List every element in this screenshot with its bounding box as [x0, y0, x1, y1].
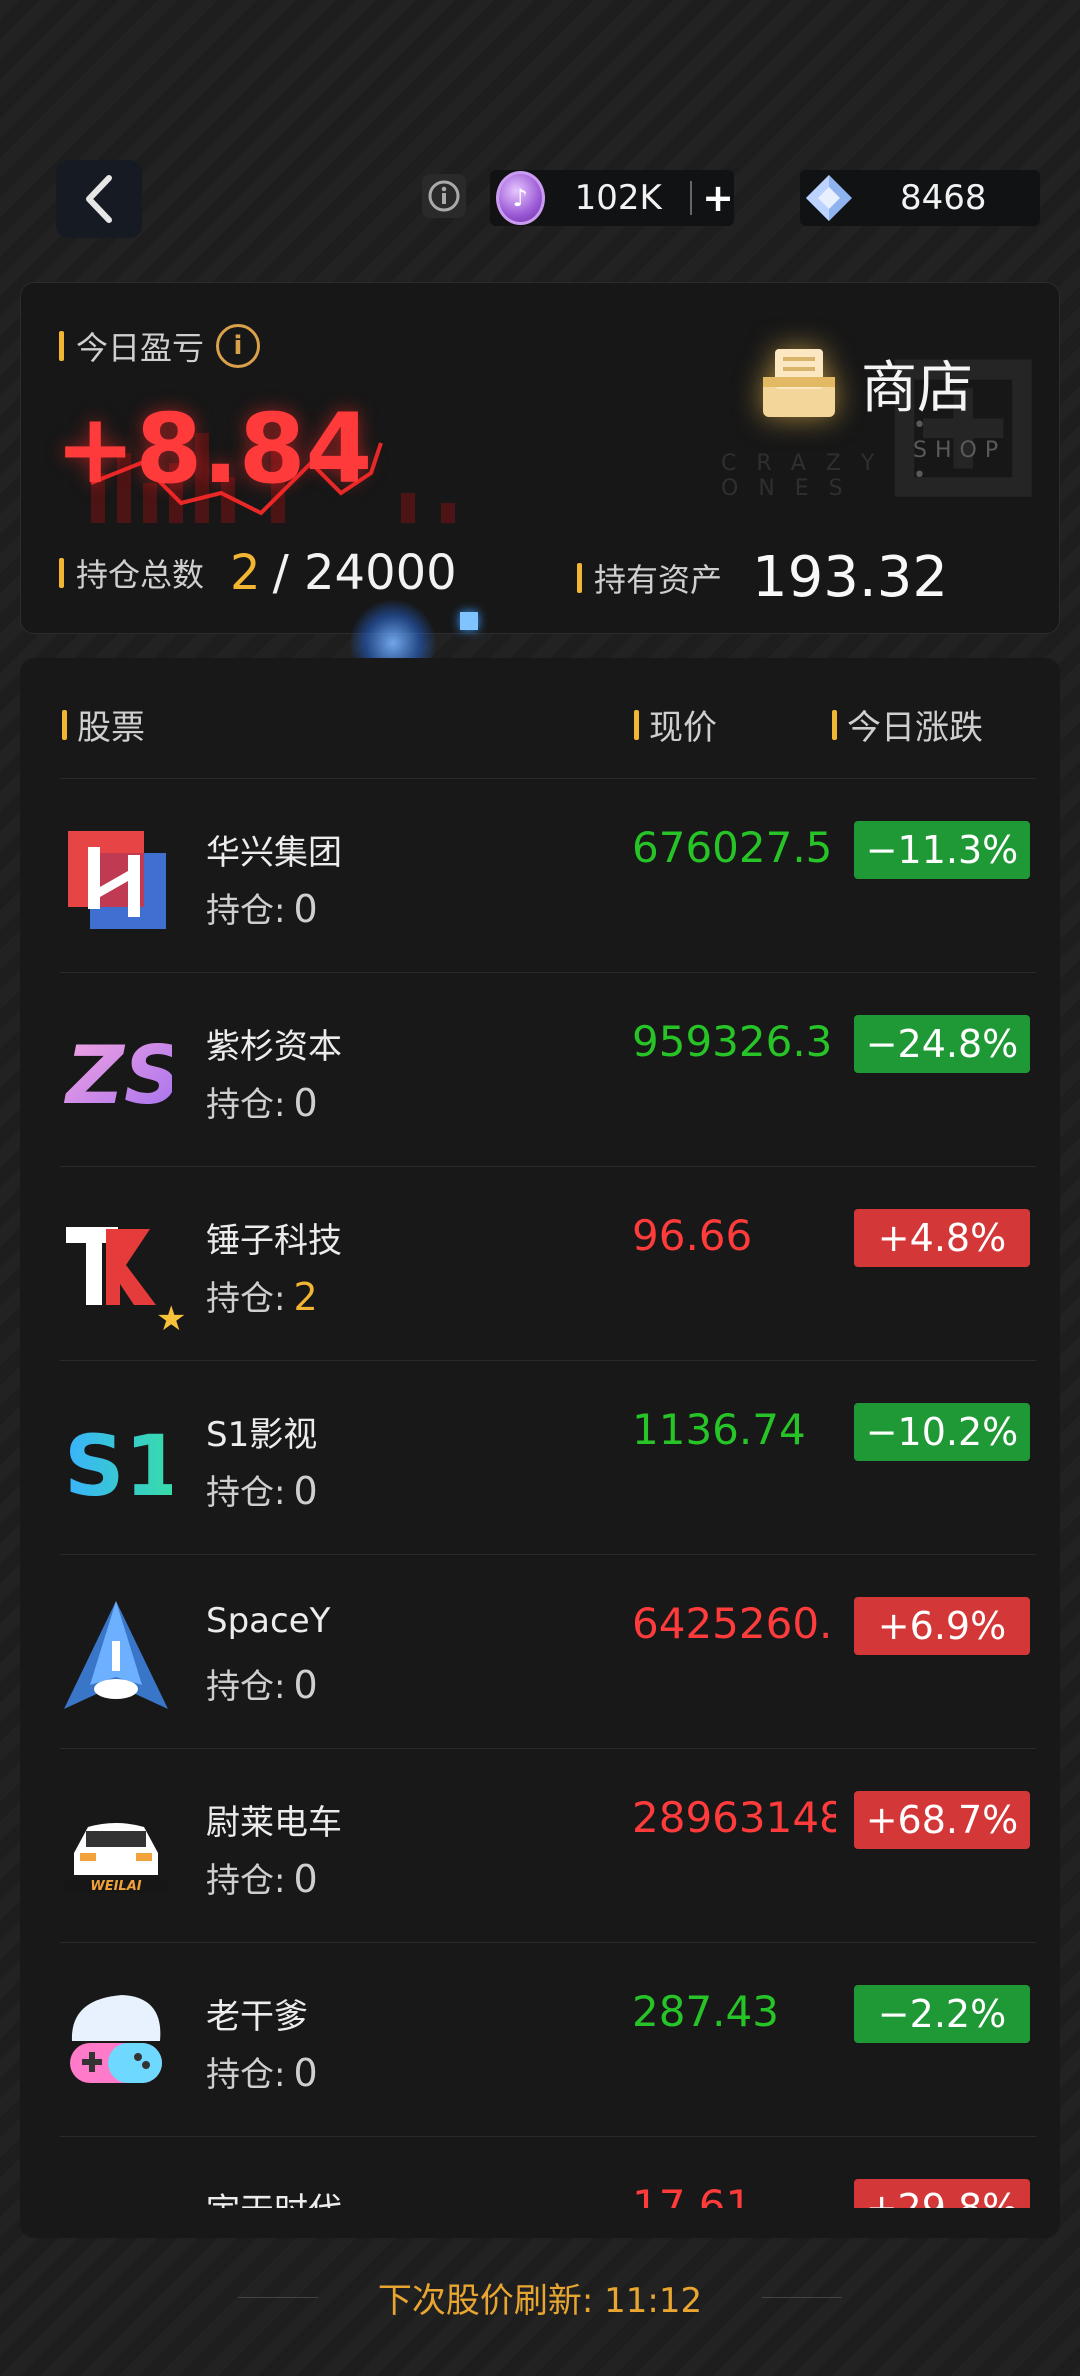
add-coins-button[interactable]: +	[690, 179, 734, 217]
stock-price: 17.61	[632, 2181, 753, 2208]
gem-value: 8468	[900, 178, 987, 218]
today-pl-value: +8.84	[55, 393, 373, 505]
stock-list[interactable]: 华兴集团 持仓: 0 676027.5 −11.3% ZS 紫杉资本 持仓: 0 9…	[60, 778, 1036, 2208]
stock-price: 6425260.+	[632, 1599, 836, 1648]
asset-value: 193.32	[752, 545, 948, 610]
stock-name: 宇天时代	[206, 2183, 342, 2208]
divider	[762, 2296, 843, 2298]
header-price: 现价	[634, 700, 717, 749]
stock-change-badge: −10.2%	[854, 1403, 1030, 1461]
stock-holding: 持仓: 0	[206, 1469, 318, 1513]
rocket-logo-icon	[64, 1601, 168, 1709]
stock-change-badge: +68.7%	[854, 1791, 1030, 1849]
gem-balance: 8468	[800, 170, 1040, 226]
stock-change-badge: −11.3%	[854, 821, 1030, 879]
label-marker	[634, 709, 639, 740]
stock-price: 289631481	[632, 1793, 836, 1842]
label-marker	[832, 709, 837, 740]
chevron-left-icon	[86, 175, 112, 223]
stock-holding: 持仓: 0	[206, 1081, 318, 1125]
total-holdings: 持仓总数 2 / 24000	[59, 545, 457, 601]
stock-holding: 持仓: 0	[206, 887, 318, 931]
triangle-logo-icon	[60, 2179, 172, 2208]
gamepad-logo-icon	[70, 1995, 162, 2083]
star-icon: ★	[156, 1299, 187, 1339]
huaxing-logo-icon	[68, 831, 166, 929]
divider	[237, 2296, 318, 2298]
header-change: 今日涨跌	[832, 700, 983, 749]
stock-price: 96.66	[632, 1211, 753, 1260]
svg-text:S1: S1	[64, 1417, 172, 1515]
stock-name: 华兴集团	[206, 833, 342, 873]
label-marker	[59, 558, 64, 588]
stock-holding: 持仓: 2	[206, 1275, 318, 1319]
glow-spark	[460, 612, 478, 630]
stock-name: 锤子科技	[206, 1221, 342, 1261]
stock-change-badge: +4.8%	[854, 1209, 1030, 1267]
stock-row[interactable]: 老干爹 持仓: 0 287.43 −2.2%	[60, 1942, 1036, 2136]
pl-info-icon[interactable]: i	[216, 324, 261, 368]
stock-row[interactable]: 华兴集团 持仓: 0 676027.5 −11.3%	[60, 778, 1036, 972]
stock-price: 1136.74	[632, 1405, 806, 1454]
label-marker	[577, 562, 582, 593]
stock-price: 676027.5	[632, 823, 833, 872]
s1-logo-icon: S1	[64, 1417, 172, 1515]
today-pl-label: 今日盈亏 i	[59, 323, 261, 369]
label-marker	[59, 331, 64, 361]
stock-name: 紫杉资本	[206, 1027, 342, 1067]
header-stock: 股票	[62, 700, 145, 749]
stock-price: 959326.31	[632, 1017, 836, 1066]
refresh-footer: 下次股价刷新: 11:12	[0, 2262, 1080, 2332]
stock-holding: 持仓: 0	[206, 1857, 318, 1901]
stock-change-badge: +29.8%	[854, 2179, 1030, 2208]
coin-balance: ♪ 102K +	[490, 170, 734, 226]
back-button[interactable]	[56, 160, 142, 238]
svg-text:WEILAI: WEILAI	[90, 1879, 141, 1894]
refresh-countdown: 下次股价刷新: 11:12	[377, 2280, 703, 2321]
stock-row[interactable]: ZS 紫杉资本 持仓:0 959326.31 −24.8%	[60, 972, 1036, 1166]
info-button[interactable]	[422, 174, 466, 218]
stock-price: 287.43	[632, 1987, 779, 2036]
summary-card: ⊞ CRAZY ONES 今日盈亏 i +8.84 持仓总数 2 / 24000…	[20, 282, 1060, 634]
asset-summary: 持有资产 193.32	[577, 545, 948, 610]
stock-list-panel: 股票 现价 今日涨跌 华兴集团 持仓: 0 676027.5 −11.3% ZS…	[20, 658, 1060, 2238]
shop-icon	[763, 349, 835, 417]
stock-row[interactable]: WEILAI 尉莱电车 持仓:0 289631481 +68.7%	[60, 1748, 1036, 1942]
stock-holding: 持仓: 0	[206, 1663, 318, 1707]
stock-row[interactable]: SpaceY 持仓:0 6425260.+ +6.9%	[60, 1554, 1036, 1748]
info-icon	[428, 180, 460, 212]
shop-subtitle: • SHOP •	[913, 413, 1007, 488]
label-marker	[62, 709, 67, 740]
list-header: 股票 现价 今日涨跌	[20, 658, 1060, 778]
stock-change-badge: +6.9%	[854, 1597, 1030, 1655]
stock-change-badge: −24.8%	[854, 1015, 1030, 1073]
stock-name: SpaceY	[206, 1601, 331, 1641]
diamond-icon	[806, 175, 852, 221]
stock-row[interactable]: ★ 锤子科技 持仓: 2 96.66 +4.8%	[60, 1166, 1036, 1360]
holdings-count: 2	[230, 545, 261, 601]
holdings-capacity: / 24000	[272, 545, 457, 601]
coin-value: 102K	[574, 178, 662, 218]
stock-row[interactable]: S1 S1影视 持仓: 0 1136.74 −10.2%	[60, 1360, 1036, 1554]
svg-text:ZS: ZS	[63, 1029, 172, 1122]
car-logo-icon: WEILAI	[64, 1823, 168, 1894]
stock-name: 尉莱电车	[206, 1803, 342, 1843]
stock-holding: 持仓: 0	[206, 2051, 318, 2095]
shop-title: 商店	[861, 355, 973, 421]
stock-row[interactable]: 宇天时代 17.61 +29.8%	[60, 2136, 1036, 2208]
zs-logo-icon: ZS	[63, 1029, 172, 1122]
coin-icon: ♪	[496, 171, 545, 225]
shop-button[interactable]: 商店 • SHOP •	[757, 323, 1037, 488]
stock-change-badge: −2.2%	[854, 1985, 1030, 2043]
stock-name: 老干爹	[206, 1997, 308, 2037]
stock-name: S1影视	[206, 1415, 318, 1455]
